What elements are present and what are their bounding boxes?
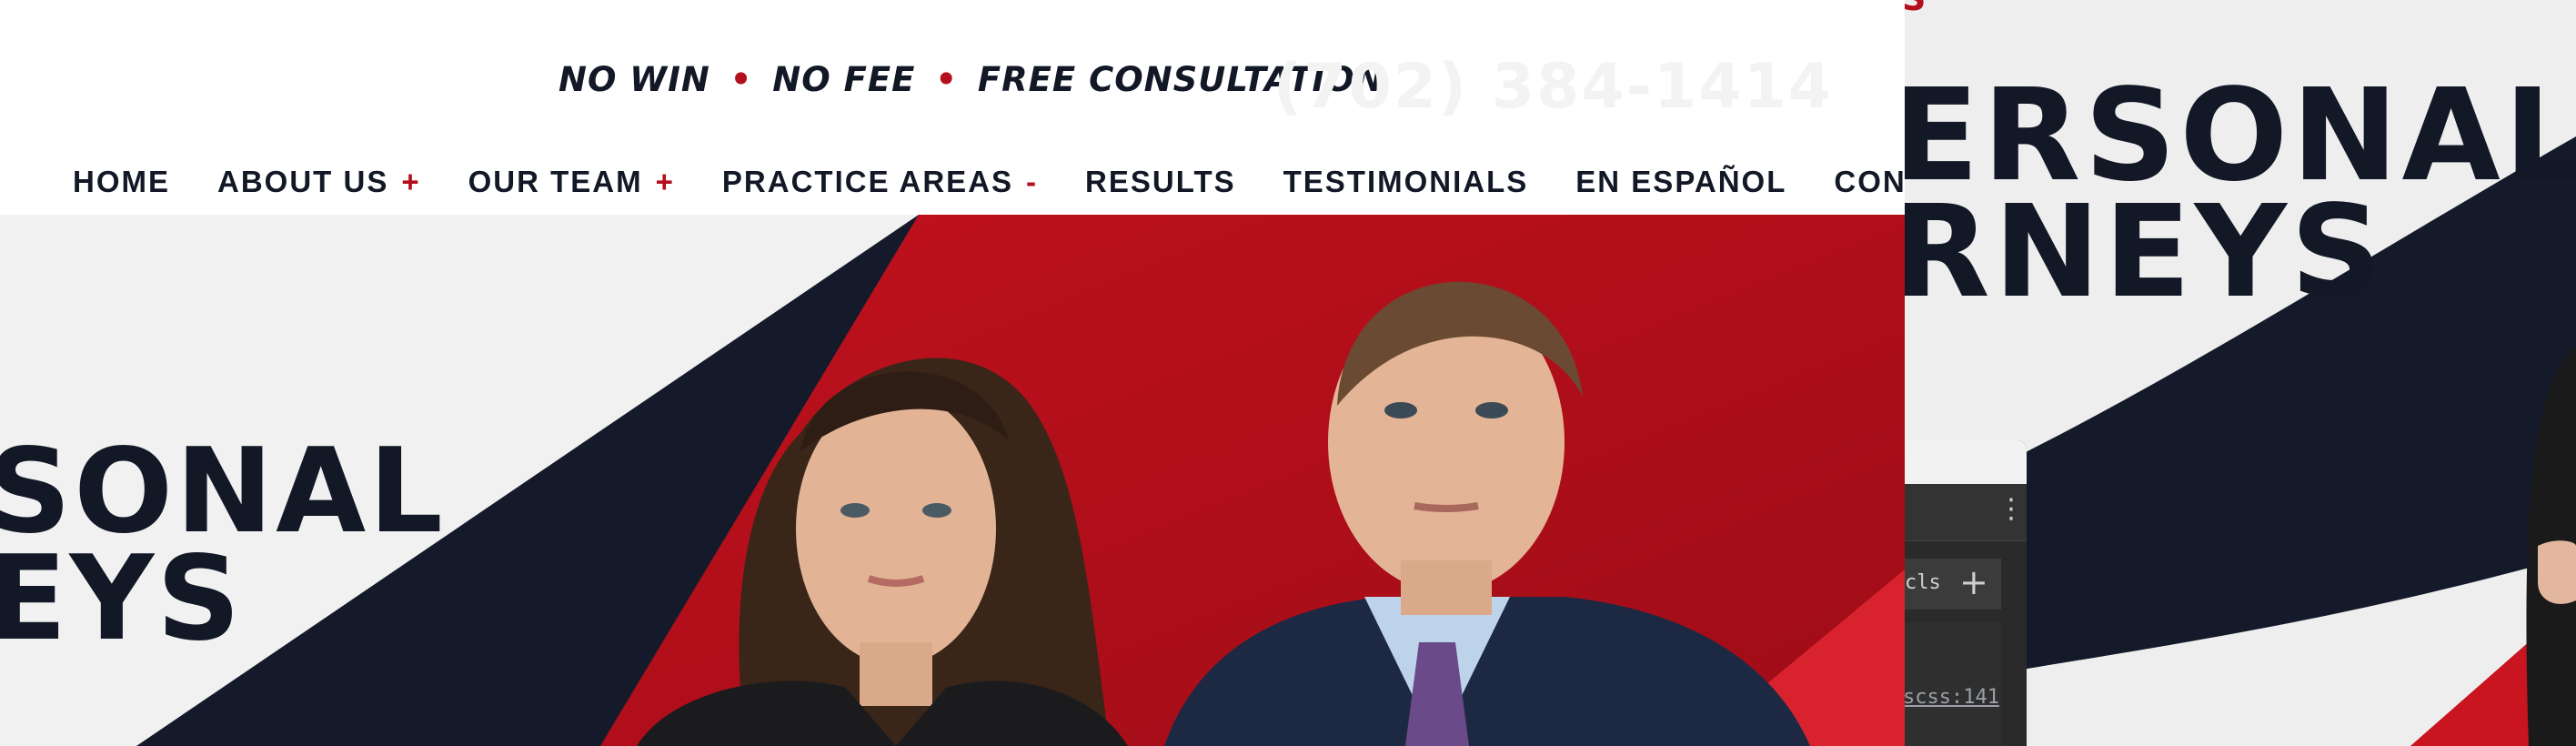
hero-section: SONAL EYS xyxy=(0,215,1905,746)
nav-item-practice-areas[interactable]: PRACTICE AREAS - xyxy=(722,162,1038,202)
expand-plus-icon[interactable]: + xyxy=(656,165,675,199)
nav-item-contact[interactable]: CONTACT xyxy=(1834,162,1905,202)
nav-item-home[interactable]: HOME xyxy=(73,162,170,202)
tagline-no-fee: NO FEE xyxy=(772,60,916,99)
devtools-cls-row: cls + xyxy=(1901,559,2001,610)
nav-item-testimonials[interactable]: TESTIMONIALS xyxy=(1283,162,1529,202)
cls-toggle[interactable]: cls xyxy=(1905,571,1941,594)
site-header: NO WIN • NO FEE • FREE CONSULTATION (702… xyxy=(0,0,1905,215)
nav-item-label: TESTIMONIALS xyxy=(1283,165,1529,198)
nav-item-label: PRACTICE AREAS xyxy=(721,165,1014,198)
nav-item-en-espanol[interactable]: EN ESPAÑOL xyxy=(1575,162,1786,202)
nav-item-label: RESULTS xyxy=(1085,165,1236,198)
nav-item-label: OUR TEAM xyxy=(468,165,643,198)
nav-item-results[interactable]: RESULTS xyxy=(1085,162,1236,202)
tagline-no-win: NO WIN xyxy=(558,60,710,99)
main-navigation: HOME ABOUT US + OUR TEAM + PRACTICE AREA… xyxy=(73,162,1905,202)
expand-plus-icon[interactable]: + xyxy=(401,165,420,199)
nav-item-about-us[interactable]: ABOUT US + xyxy=(217,162,421,202)
bg-hero-title-line1: ERSONAL xyxy=(1901,62,2576,210)
devtools-titlebar xyxy=(1901,440,2027,484)
phone-number-link[interactable]: (702) 384-1414 xyxy=(1273,51,1833,123)
hero-title-line1: SONAL xyxy=(0,424,446,560)
nav-item-label: EN ESPAÑOL xyxy=(1575,165,1787,198)
tagline: NO WIN • NO FEE • FREE CONSULTATION xyxy=(558,60,1384,99)
bg-red-text-fragment: S xyxy=(1901,0,1926,18)
tagline-separator: • xyxy=(935,60,958,99)
nav-item-label: CONTACT xyxy=(1834,165,1905,198)
nav-item-our-team[interactable]: OUR TEAM + xyxy=(468,162,675,202)
hero-title-line2: EYS xyxy=(0,531,244,667)
collapse-minus-icon[interactable]: - xyxy=(1026,165,1038,199)
bg-hero-title-line2: RNEYS xyxy=(1901,178,2386,327)
tagline-separator: • xyxy=(730,60,753,99)
css-source-link[interactable]: scss:141 xyxy=(1903,686,1999,709)
kebab-menu-icon[interactable]: ⋮ xyxy=(1997,491,2025,528)
devtools-panel: ⋮ cls + scss:141 xyxy=(1901,440,2027,746)
nav-item-label: ABOUT US xyxy=(217,165,389,198)
nav-item-label: HOME xyxy=(73,165,170,198)
add-rule-icon[interactable]: + xyxy=(1959,562,1988,602)
website-viewport: NO WIN • NO FEE • FREE CONSULTATION (702… xyxy=(0,0,1905,746)
devtools-rule-box xyxy=(1901,622,2001,746)
